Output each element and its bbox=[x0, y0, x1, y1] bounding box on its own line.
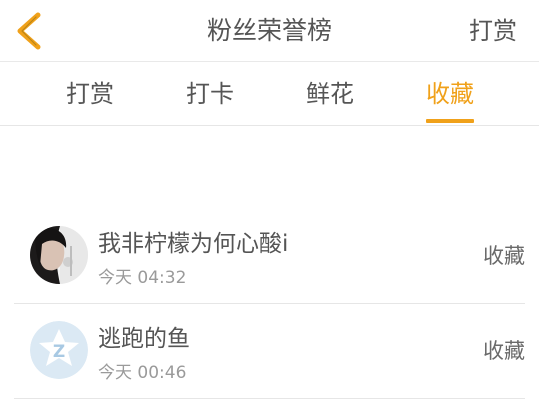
tab-reward[interactable]: 打赏 bbox=[50, 62, 130, 126]
page-title: 粉丝荣誉榜 bbox=[206, 16, 332, 45]
svg-text:Z: Z bbox=[53, 342, 65, 362]
active-tab-indicator bbox=[426, 119, 474, 123]
tab-label: 收藏 bbox=[426, 80, 474, 108]
top-bar: 粉丝荣誉榜 打赏 bbox=[0, 0, 539, 62]
tab-checkin[interactable]: 打卡 bbox=[170, 62, 250, 126]
girl-photo-avatar-icon bbox=[30, 226, 88, 284]
fan-time: 今天 00:46 bbox=[98, 363, 187, 383]
tab-bar: 打赏 打卡 鲜花 收藏 bbox=[0, 62, 539, 126]
divider bbox=[14, 303, 525, 304]
tab-favorites[interactable]: 收藏 bbox=[410, 62, 490, 126]
fan-name: 我非柠檬为何心酸i bbox=[98, 231, 289, 257]
fan-action: 收藏 bbox=[483, 339, 525, 363]
reward-button[interactable]: 打赏 bbox=[469, 0, 517, 62]
list-item[interactable]: 我非柠檬为何心酸i 今天 04:32 收藏 bbox=[14, 210, 525, 305]
fan-name: 逃跑的鱼 bbox=[98, 326, 190, 352]
tab-label: 鲜花 bbox=[306, 80, 354, 108]
tab-flowers[interactable]: 鲜花 bbox=[290, 62, 370, 126]
tab-label: 打赏 bbox=[66, 80, 114, 108]
avatar[interactable] bbox=[30, 226, 88, 284]
tab-label: 打卡 bbox=[186, 80, 234, 108]
default-z-avatar-icon: Z bbox=[30, 321, 88, 379]
avatar[interactable]: Z bbox=[30, 321, 88, 379]
list-item[interactable]: Z 逃跑的鱼 今天 00:46 收藏 bbox=[14, 305, 525, 400]
fan-time: 今天 04:32 bbox=[98, 268, 187, 288]
divider bbox=[14, 398, 525, 399]
fan-action: 收藏 bbox=[483, 244, 525, 268]
